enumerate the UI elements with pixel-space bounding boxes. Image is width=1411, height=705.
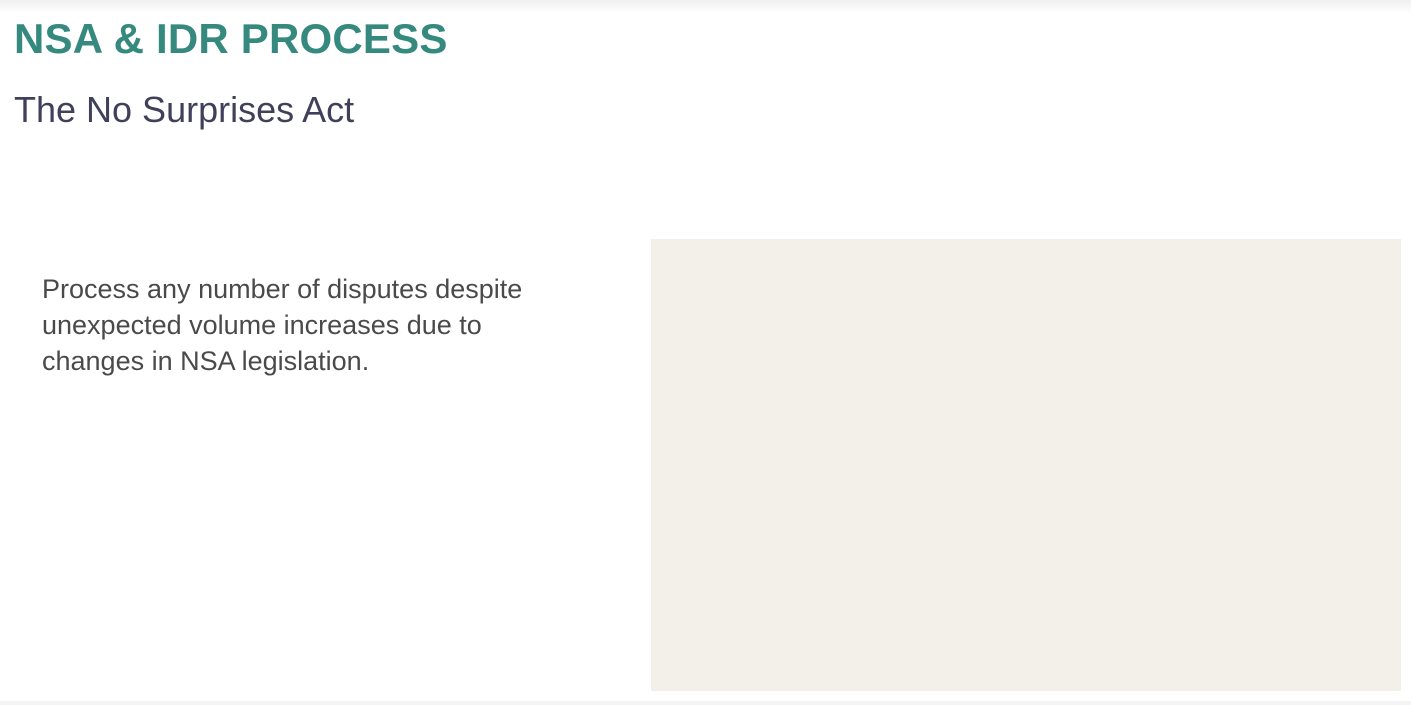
header-shadow <box>0 0 1411 14</box>
page-title: NSA & IDR PROCESS <box>14 15 448 62</box>
media-placeholder <box>651 239 1401 691</box>
bottom-divider <box>0 701 1411 705</box>
description-text: Process any number of disputes despite u… <box>42 274 523 376</box>
page-subtitle: The No Surprises Act <box>14 89 355 130</box>
